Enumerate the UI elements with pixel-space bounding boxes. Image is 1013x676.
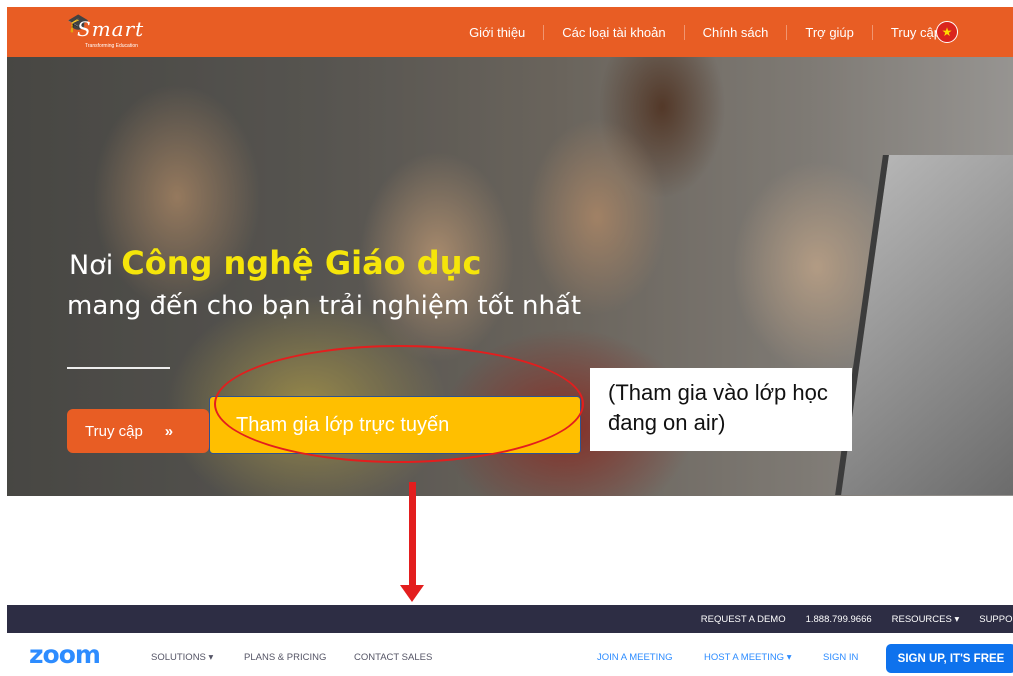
down-arrow-icon (400, 585, 424, 602)
logo-text: Smart (77, 17, 145, 41)
request-demo-link[interactable]: REQUEST A DEMO (701, 614, 786, 625)
ismart-logo[interactable]: 🎓 Smart Transforming Education (67, 13, 157, 51)
phone-number: 1.888.799.9666 (805, 613, 872, 625)
ismart-nav-menu: Giới thiệu Các loại tài khoản Chính sách… (451, 7, 959, 57)
headline-prefix: Nơi (69, 250, 114, 281)
zoom-top-links: REQUEST A DEMO 1.888.799.9666 RESOURCES … (681, 605, 1013, 633)
double-chevron-right-icon: » (164, 422, 174, 440)
down-arrow-shaft (409, 482, 416, 585)
nav-item-gioi-thieu[interactable]: Giới thiệu (451, 24, 545, 40)
host-meeting-menu[interactable]: HOST A MEETING ▾ (704, 652, 791, 663)
zoom-logo[interactable]: zoom (29, 640, 101, 669)
hero-headline: Nơi Công nghệ Giáo dục (69, 244, 481, 282)
contact-sales-link[interactable]: CONTACT SALES (354, 652, 432, 663)
join-callout-label: Tham gia lớp trực tuyến (236, 413, 450, 436)
sign-up-button[interactable]: SIGN UP, IT'S FREE (886, 644, 1013, 673)
resources-menu[interactable]: RESOURCES ▾ (892, 614, 960, 625)
headline-highlight: Công nghệ Giáo dục (121, 244, 482, 282)
sign-up-label: SIGN UP, IT'S FREE (897, 652, 1005, 665)
zoom-navbar: zoom SOLUTIONS ▾ PLANS & PRICING CONTACT… (7, 633, 1013, 676)
join-online-class-callout[interactable]: Tham gia lớp trực tuyến (209, 396, 581, 454)
solutions-menu[interactable]: SOLUTIONS ▾ (151, 652, 213, 663)
join-meeting-link[interactable]: JOIN A MEETING (597, 652, 673, 663)
access-button[interactable]: Truy cập » (67, 409, 209, 453)
annotation-note: (Tham gia vào lớp học đang on air) (590, 368, 852, 451)
zoom-top-bar: REQUEST A DEMO 1.888.799.9666 RESOURCES … (7, 605, 1013, 633)
ismart-navbar: 🎓 Smart Transforming Education Giới thiệ… (7, 7, 1013, 57)
sign-in-link[interactable]: SIGN IN (823, 652, 858, 663)
access-button-label: Truy cập (85, 422, 143, 440)
nav-item-policy[interactable]: Chính sách (685, 24, 788, 40)
support-link[interactable]: SUPPORT (979, 614, 1013, 625)
plans-pricing-link[interactable]: PLANS & PRICING (244, 652, 326, 663)
vietnam-flag-icon[interactable]: ★ (936, 21, 958, 43)
nav-item-help[interactable]: Trợ giúp (787, 24, 873, 40)
nav-item-account-types[interactable]: Các loại tài khoản (544, 24, 685, 40)
logo-tagline: Transforming Education (85, 43, 138, 49)
hero-divider (67, 367, 170, 369)
hero-subheadline: mang đến cho bạn trải nghiệm tốt nhất (67, 291, 582, 321)
